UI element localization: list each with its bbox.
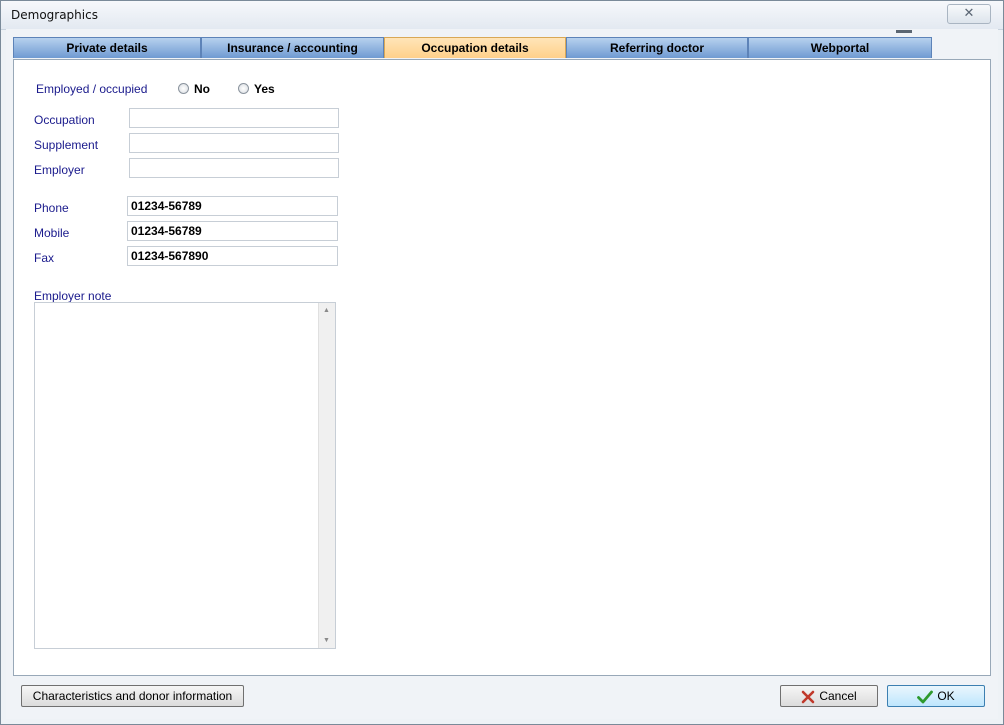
employed-label: Employed / occupied [36,82,148,96]
employer-note-label: Employer note [34,289,112,303]
phone-field[interactable]: 01234-56789 [127,196,338,216]
mobile-field[interactable]: 01234-56789 [127,221,338,241]
phone-label: Phone [34,201,69,215]
employer-note-textarea[interactable]: ▲ ▼ [34,302,336,649]
occupation-label: Occupation [34,113,95,127]
scroll-up-icon[interactable]: ▲ [323,307,330,314]
characteristics-donor-button[interactable]: Characteristics and donor information [21,685,244,707]
window-title: Demographics [11,8,98,22]
employed-yes-label[interactable]: Yes [254,82,275,96]
occupation-field[interactable] [129,108,339,128]
employer-note-scrollbar[interactable]: ▲ ▼ [318,303,335,648]
close-button[interactable]: ✕ [947,4,991,24]
tab-insurance-accounting[interactable]: Insurance / accounting [201,37,384,58]
scroll-down-icon[interactable]: ▼ [323,637,330,644]
title-bar: Demographics ✕ [1,1,1003,30]
ok-label: OK [937,689,955,703]
occupation-details-panel: Employed / occupied No Yes Occupation Su… [13,59,991,676]
close-icon: ✕ [963,5,975,20]
fax-field[interactable]: 01234-567890 [127,246,338,266]
tab-webportal[interactable]: Webportal [748,37,932,58]
check-mark-icon [917,690,934,704]
fax-label: Fax [34,251,55,265]
employed-yes-radio[interactable] [238,83,249,94]
ok-button[interactable]: OK [887,685,985,707]
dialog-body: Private details Insurance / accounting O… [6,29,998,719]
mobile-label: Mobile [34,226,70,240]
employer-label: Employer [34,163,85,177]
tab-referring-doctor[interactable]: Referring doctor [566,37,748,58]
employed-no-radio[interactable] [178,83,189,94]
tab-strip: Private details Insurance / accounting O… [13,37,932,59]
employed-no-label[interactable]: No [194,82,210,96]
supplement-label: Supplement [34,138,99,152]
x-mark-icon [802,690,815,704]
tab-private-details[interactable]: Private details [13,37,201,58]
supplement-field[interactable] [129,133,339,153]
tab-strip-grip [896,30,912,33]
tab-occupation-details[interactable]: Occupation details [384,37,566,58]
employer-field[interactable] [129,158,339,178]
demographics-window: Demographics ✕ Private details Insurance… [0,0,1004,725]
cancel-label: Cancel [819,689,857,703]
cancel-button[interactable]: Cancel [780,685,878,707]
